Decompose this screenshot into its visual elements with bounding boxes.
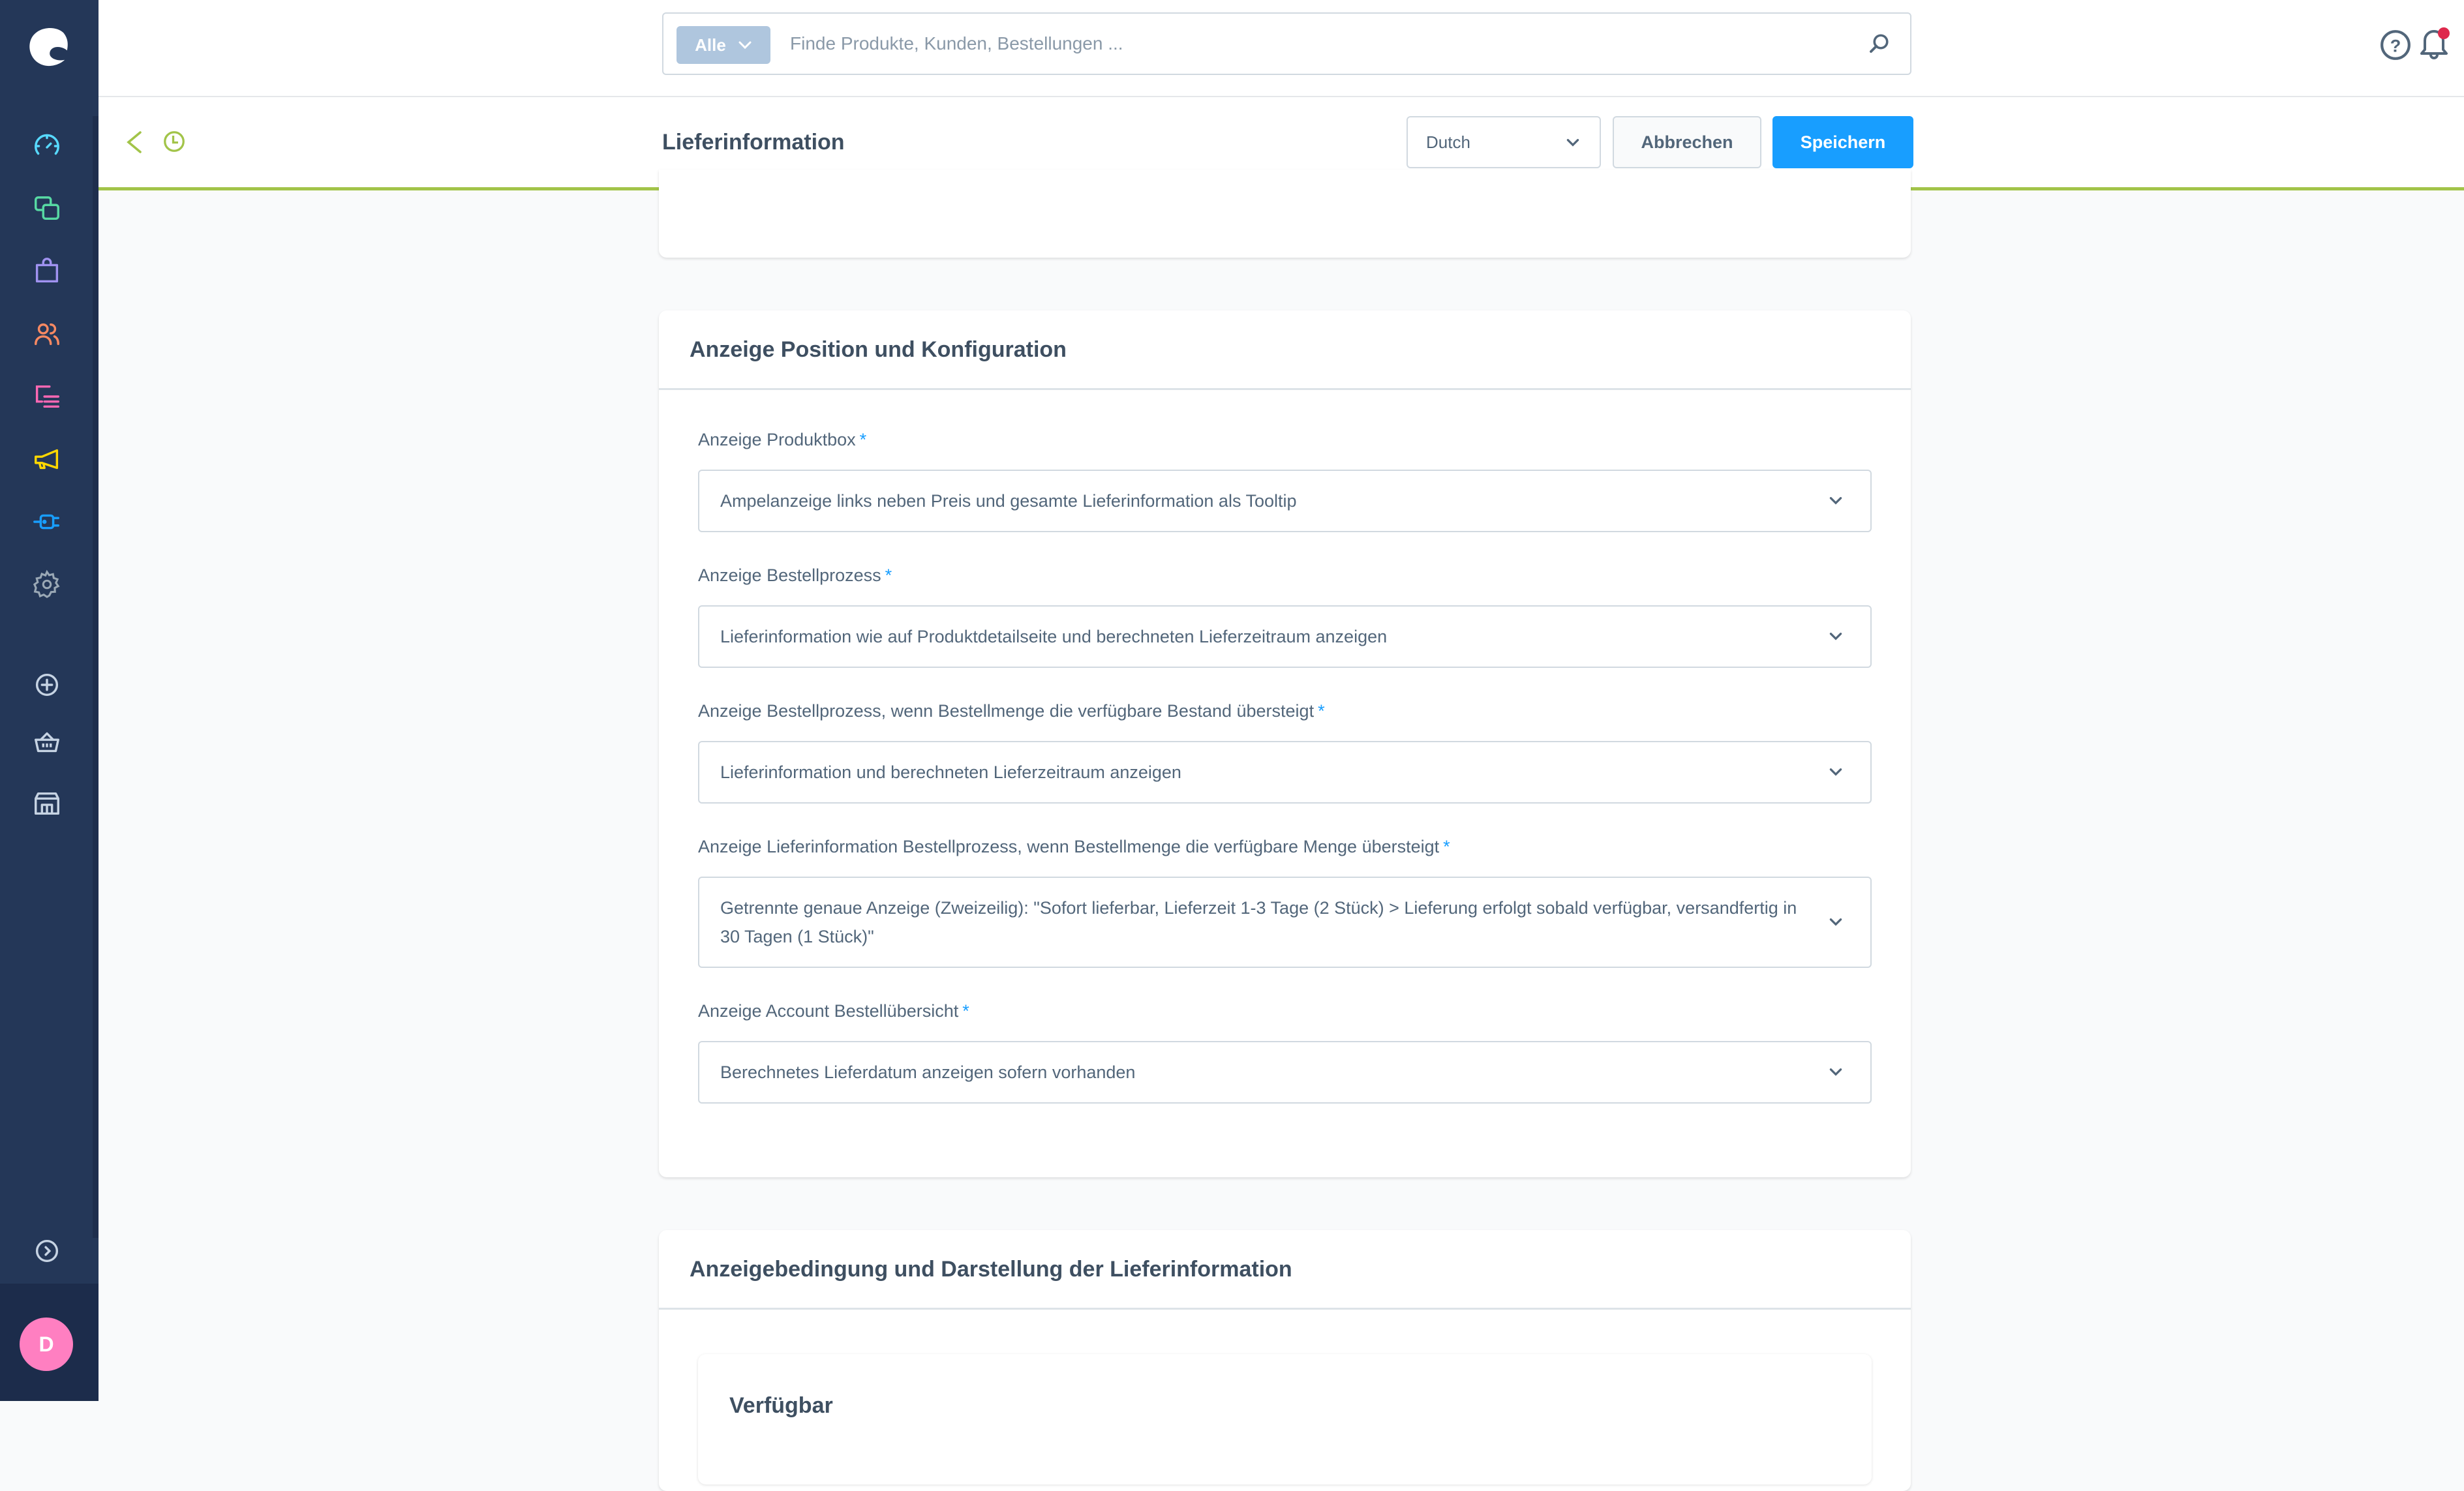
products-icon xyxy=(35,196,59,220)
chevron-down-icon xyxy=(1829,918,1842,926)
required-marker: * xyxy=(859,430,867,449)
field-label: Anzeige Account Bestellübersicht * xyxy=(698,1001,969,1021)
basket-icon xyxy=(35,732,59,753)
display-conditions-card: Anzeigebedingung und Darstellung der Lie… xyxy=(659,1230,1911,1491)
select-value: Ampelanzeige links neben Preis und gesam… xyxy=(720,491,1297,511)
field-label: Anzeige Produktbox * xyxy=(698,430,867,449)
select-value: Berechnetes Lieferdatum anzeigen sofern … xyxy=(720,1062,1136,1082)
search-icon[interactable] xyxy=(1867,32,1891,55)
chevron-down-icon xyxy=(1829,633,1842,640)
storefront-icon xyxy=(35,792,59,815)
search-type-label: Alle xyxy=(695,35,726,55)
svg-text:?: ? xyxy=(2390,35,2401,55)
select-value: Lieferinformation wie auf Produktdetails… xyxy=(720,627,1388,646)
product-box-select[interactable]: Ampelanzeige links neben Preis und gesam… xyxy=(698,470,1872,532)
gear-icon xyxy=(33,569,60,598)
cancel-button[interactable]: Abbrechen xyxy=(1613,116,1761,168)
chevron-down-icon xyxy=(1829,1068,1842,1076)
save-button[interactable]: Speichern xyxy=(1772,116,1913,168)
sidebar-item-settings[interactable] xyxy=(30,567,64,601)
search-input[interactable]: Finde Produkte, Kunden, Bestellungen ... xyxy=(790,14,1123,74)
required-marker: * xyxy=(885,565,892,585)
sidebar-item-headless[interactable] xyxy=(30,787,64,821)
subcard-title: Verfügbar xyxy=(729,1393,833,1418)
chevron-down-icon xyxy=(1566,139,1579,147)
back-arrow-icon[interactable] xyxy=(125,131,144,153)
sidebar-expand-button[interactable] xyxy=(30,1234,64,1268)
field-label: Anzeige Bestellprozess * xyxy=(698,565,892,585)
global-search[interactable]: Alle Finde Produkte, Kunden, Bestellunge… xyxy=(662,12,1911,75)
field-account-order-overview: Anzeige Account Bestellübersicht * Berech… xyxy=(698,998,1872,1104)
users-icon xyxy=(35,323,59,346)
history-clock-icon[interactable] xyxy=(162,130,186,153)
chevron-down-icon xyxy=(1829,768,1842,776)
sidebar-item-storefront[interactable] xyxy=(30,725,64,759)
select-value: Getrennte genaue Anzeige (Zweizeilig): "… xyxy=(720,898,1797,946)
select-value: Lieferinformation und berechneten Liefer… xyxy=(720,762,1181,782)
shopware-logo-icon[interactable] xyxy=(23,23,73,70)
shopping-bag-icon xyxy=(35,258,59,283)
checkout-select[interactable]: Lieferinformation wie auf Produktdetails… xyxy=(698,605,1872,668)
display-config-card: Anzeige Position und Konfiguration Anzei… xyxy=(659,310,1911,1177)
help-icon[interactable]: ? xyxy=(2379,29,2412,61)
field-label: Anzeige Lieferinformation Bestellprozess… xyxy=(698,837,1450,856)
field-checkout-over-stock: Anzeige Bestellprozess, wenn Bestellmeng… xyxy=(698,698,1872,804)
delivery-info-over-quantity-select[interactable]: Getrennte genaue Anzeige (Zweizeilig): "… xyxy=(698,877,1872,968)
chevron-down-icon xyxy=(1829,497,1842,505)
plug-icon xyxy=(33,514,59,530)
field-product-box: Anzeige Produktbox * Ampelanzeige links n… xyxy=(698,427,1872,532)
avatar[interactable]: D xyxy=(20,1318,73,1371)
topbar: Alle Finde Produkte, Kunden, Bestellunge… xyxy=(99,0,2464,97)
required-marker: * xyxy=(1443,837,1450,856)
card-title: Anzeige Position und Konfiguration xyxy=(659,310,1911,390)
sidebar-item-customers[interactable] xyxy=(30,317,64,351)
field-delivery-info-over-quantity: Anzeige Lieferinformation Bestellprozess… xyxy=(698,834,1872,968)
sidebar-item-add[interactable] xyxy=(30,668,64,702)
available-subcard: Verfügbar xyxy=(698,1354,1872,1484)
notification-badge xyxy=(2438,27,2450,39)
megaphone-icon xyxy=(35,449,59,470)
language-select[interactable]: Dutch xyxy=(1407,116,1601,168)
notifications-bell-icon[interactable] xyxy=(2417,26,2451,61)
search-type-dropdown[interactable]: Alle xyxy=(677,26,770,64)
sidebar-item-content[interactable] xyxy=(30,380,64,414)
content-icon xyxy=(35,385,59,408)
sidebar-item-dashboard[interactable] xyxy=(30,129,64,163)
plus-circle-icon xyxy=(35,673,59,697)
sidebar-item-orders[interactable] xyxy=(30,254,64,288)
sidebar-item-extensions[interactable] xyxy=(30,505,64,539)
field-label: Anzeige Bestellprozess, wenn Bestellmeng… xyxy=(698,701,1325,721)
sidebar: D xyxy=(0,0,99,1401)
checkout-over-stock-select[interactable]: Lieferinformation und berechneten Liefer… xyxy=(698,741,1872,804)
card-title: Anzeigebedingung und Darstellung der Lie… xyxy=(659,1230,1911,1310)
gauge-icon xyxy=(35,134,59,155)
required-marker: * xyxy=(1318,701,1325,721)
sidebar-item-marketing[interactable] xyxy=(30,442,64,476)
chevron-circle-right-icon xyxy=(35,1239,59,1263)
language-select-value: Dutch xyxy=(1426,132,1470,152)
sidebar-item-catalogues[interactable] xyxy=(30,192,64,226)
chevron-down-icon xyxy=(738,41,752,50)
required-marker: * xyxy=(962,1001,969,1021)
sidebar-scrollbar[interactable] xyxy=(93,116,99,1238)
account-order-overview-select[interactable]: Berechnetes Lieferdatum anzeigen sofern … xyxy=(698,1041,1872,1104)
field-checkout: Anzeige Bestellprozess * Lieferinformatio… xyxy=(698,562,1872,668)
previous-card xyxy=(659,170,1911,258)
